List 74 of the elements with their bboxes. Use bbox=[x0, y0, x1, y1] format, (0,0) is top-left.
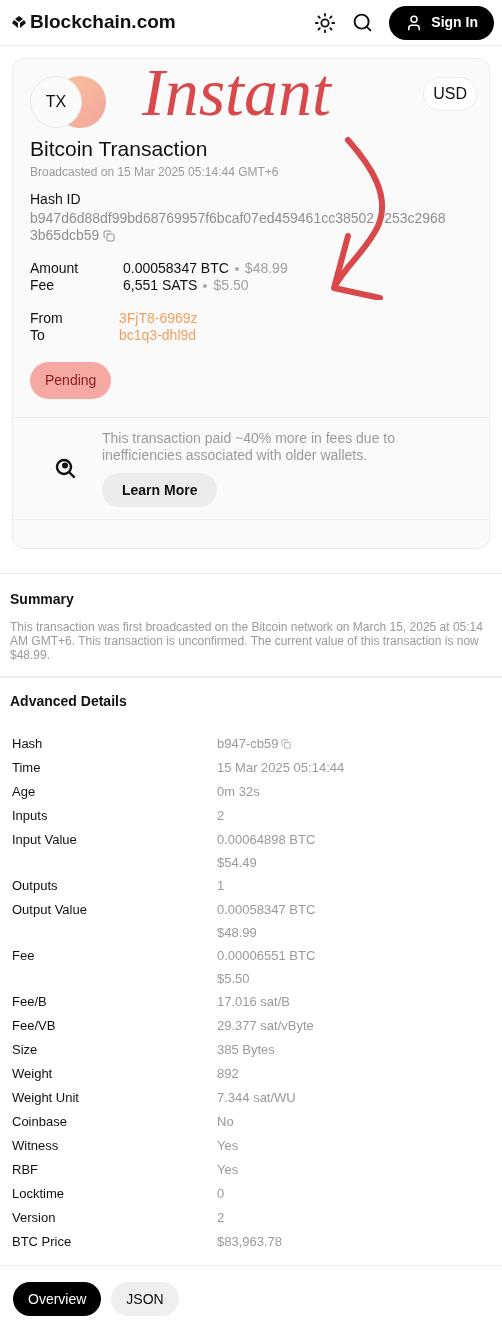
view-tab[interactable]: Overview bbox=[13, 1282, 102, 1316]
logo-icon bbox=[12, 16, 26, 29]
search-icon[interactable] bbox=[352, 12, 374, 33]
detail-label: Fee/VB bbox=[12, 1017, 57, 1035]
broadcast-time: Broadcasted on 15 Mar 2025 05:14:44 GMT+6 bbox=[30, 164, 280, 181]
summary-text: This transaction was first broadcasted on the Bitcoin network on March 15, 2025 at 05:14 AM GMT+6. This transaction is unconfirmed. The current value of this transaction is now $48.99. bbox=[10, 620, 484, 662]
hash-value: b947d6d88df99bd68769957f6bcaf07ed459461cc38502 bbox=[30, 210, 375, 227]
detail-label: Output Value bbox=[12, 901, 88, 919]
advanced-title: Advanced Details bbox=[10, 692, 128, 711]
hash-label: Hash ID bbox=[30, 190, 82, 209]
detail-label: Inputs bbox=[12, 807, 49, 825]
amount-label: Fee bbox=[30, 277, 56, 294]
brand-name[interactable]: Blockchain.com bbox=[30, 8, 176, 37]
detail-value: 2 bbox=[217, 806, 225, 825]
detail-value: 0.00058347 BTC bbox=[217, 900, 316, 919]
view-tab[interactable]: JSON bbox=[111, 1282, 179, 1316]
detail-value: 0m 32s bbox=[217, 782, 260, 801]
detail-label: Coinbase bbox=[12, 1113, 68, 1131]
detail-value: $54.49 bbox=[217, 853, 257, 872]
detail-value: 2 bbox=[217, 1208, 225, 1227]
hash-value: 3b65dcb59 bbox=[30, 227, 100, 244]
detail-label: Fee/B bbox=[12, 993, 48, 1011]
detail-label: Version bbox=[12, 1209, 57, 1227]
detail-value: Yes bbox=[217, 1160, 239, 1179]
theme-icon[interactable] bbox=[314, 11, 337, 34]
detail-value: 0.00064898 BTC bbox=[217, 830, 316, 849]
bullet-icon bbox=[234, 266, 239, 271]
detail-value: 29.377 sat/vByte bbox=[217, 1016, 314, 1035]
detail-label: Age bbox=[12, 783, 37, 801]
handwritten-note: Instant bbox=[142, 53, 331, 132]
detail-label: Fee bbox=[12, 947, 36, 965]
detail-label: BTC Price bbox=[12, 1233, 73, 1251]
detail-value: $83,963.78 bbox=[217, 1232, 283, 1251]
detail-label: Hash bbox=[12, 735, 44, 753]
detail-label: Outputs bbox=[12, 877, 59, 895]
party-label: From bbox=[30, 310, 64, 327]
transaction-title: Bitcoin Transaction bbox=[30, 136, 209, 162]
detail-value: Yes bbox=[217, 1136, 239, 1155]
currency-button[interactable]: USD bbox=[423, 77, 477, 111]
fiat-value: $5.50 bbox=[213, 277, 249, 294]
detail-value: $48.99 bbox=[217, 923, 257, 942]
detail-label: Weight Unit bbox=[12, 1089, 80, 1107]
detail-value: 385 Bytes bbox=[217, 1040, 275, 1059]
amount-value: 0.00058347 BTC bbox=[123, 260, 229, 277]
detail-value: No bbox=[217, 1112, 234, 1131]
detail-value: 892 bbox=[217, 1064, 239, 1083]
detail-label: Time bbox=[12, 759, 42, 777]
sign-in-button[interactable]: Sign In bbox=[389, 5, 494, 40]
detail-label: Input Value bbox=[12, 831, 78, 849]
bullet-icon bbox=[203, 283, 208, 288]
detail-value: 7.344 sat/WU bbox=[217, 1088, 296, 1107]
detail-label: RBF bbox=[12, 1161, 39, 1179]
fiat-value: $48.99 bbox=[244, 260, 288, 277]
summary-title: Summary bbox=[10, 590, 75, 609]
detail-label: Witness bbox=[12, 1137, 60, 1155]
amount-value: 6,551 SATS bbox=[123, 277, 198, 294]
detail-value: 15 Mar 2025 05:14:44 bbox=[217, 758, 345, 777]
tx-avatar: TX bbox=[30, 76, 82, 128]
detail-value: 17.016 sat/B bbox=[217, 992, 290, 1011]
amount-label: Amount bbox=[30, 260, 80, 277]
detail-value: 0.00006551 BTC bbox=[217, 946, 316, 965]
hash-value: 253c2968 bbox=[384, 210, 446, 227]
detail-value: $5.50 bbox=[217, 969, 250, 988]
detail-value: b947-cb59 bbox=[217, 734, 279, 753]
learn-more-button[interactable]: Learn More bbox=[102, 473, 218, 507]
status-badge: Pending bbox=[30, 362, 112, 399]
detail-label: Size bbox=[12, 1041, 39, 1059]
tip-text: This transaction paid ~40% more in fees due to inefficiencies associated with older wallets. bbox=[102, 430, 396, 464]
detail-label: Locktime bbox=[12, 1185, 66, 1203]
party-label: To bbox=[30, 327, 46, 344]
detail-label: Weight bbox=[12, 1065, 54, 1083]
magnifier-icon bbox=[55, 458, 77, 480]
detail-value: 1 bbox=[217, 876, 225, 895]
detail-value: 0 bbox=[217, 1184, 225, 1203]
